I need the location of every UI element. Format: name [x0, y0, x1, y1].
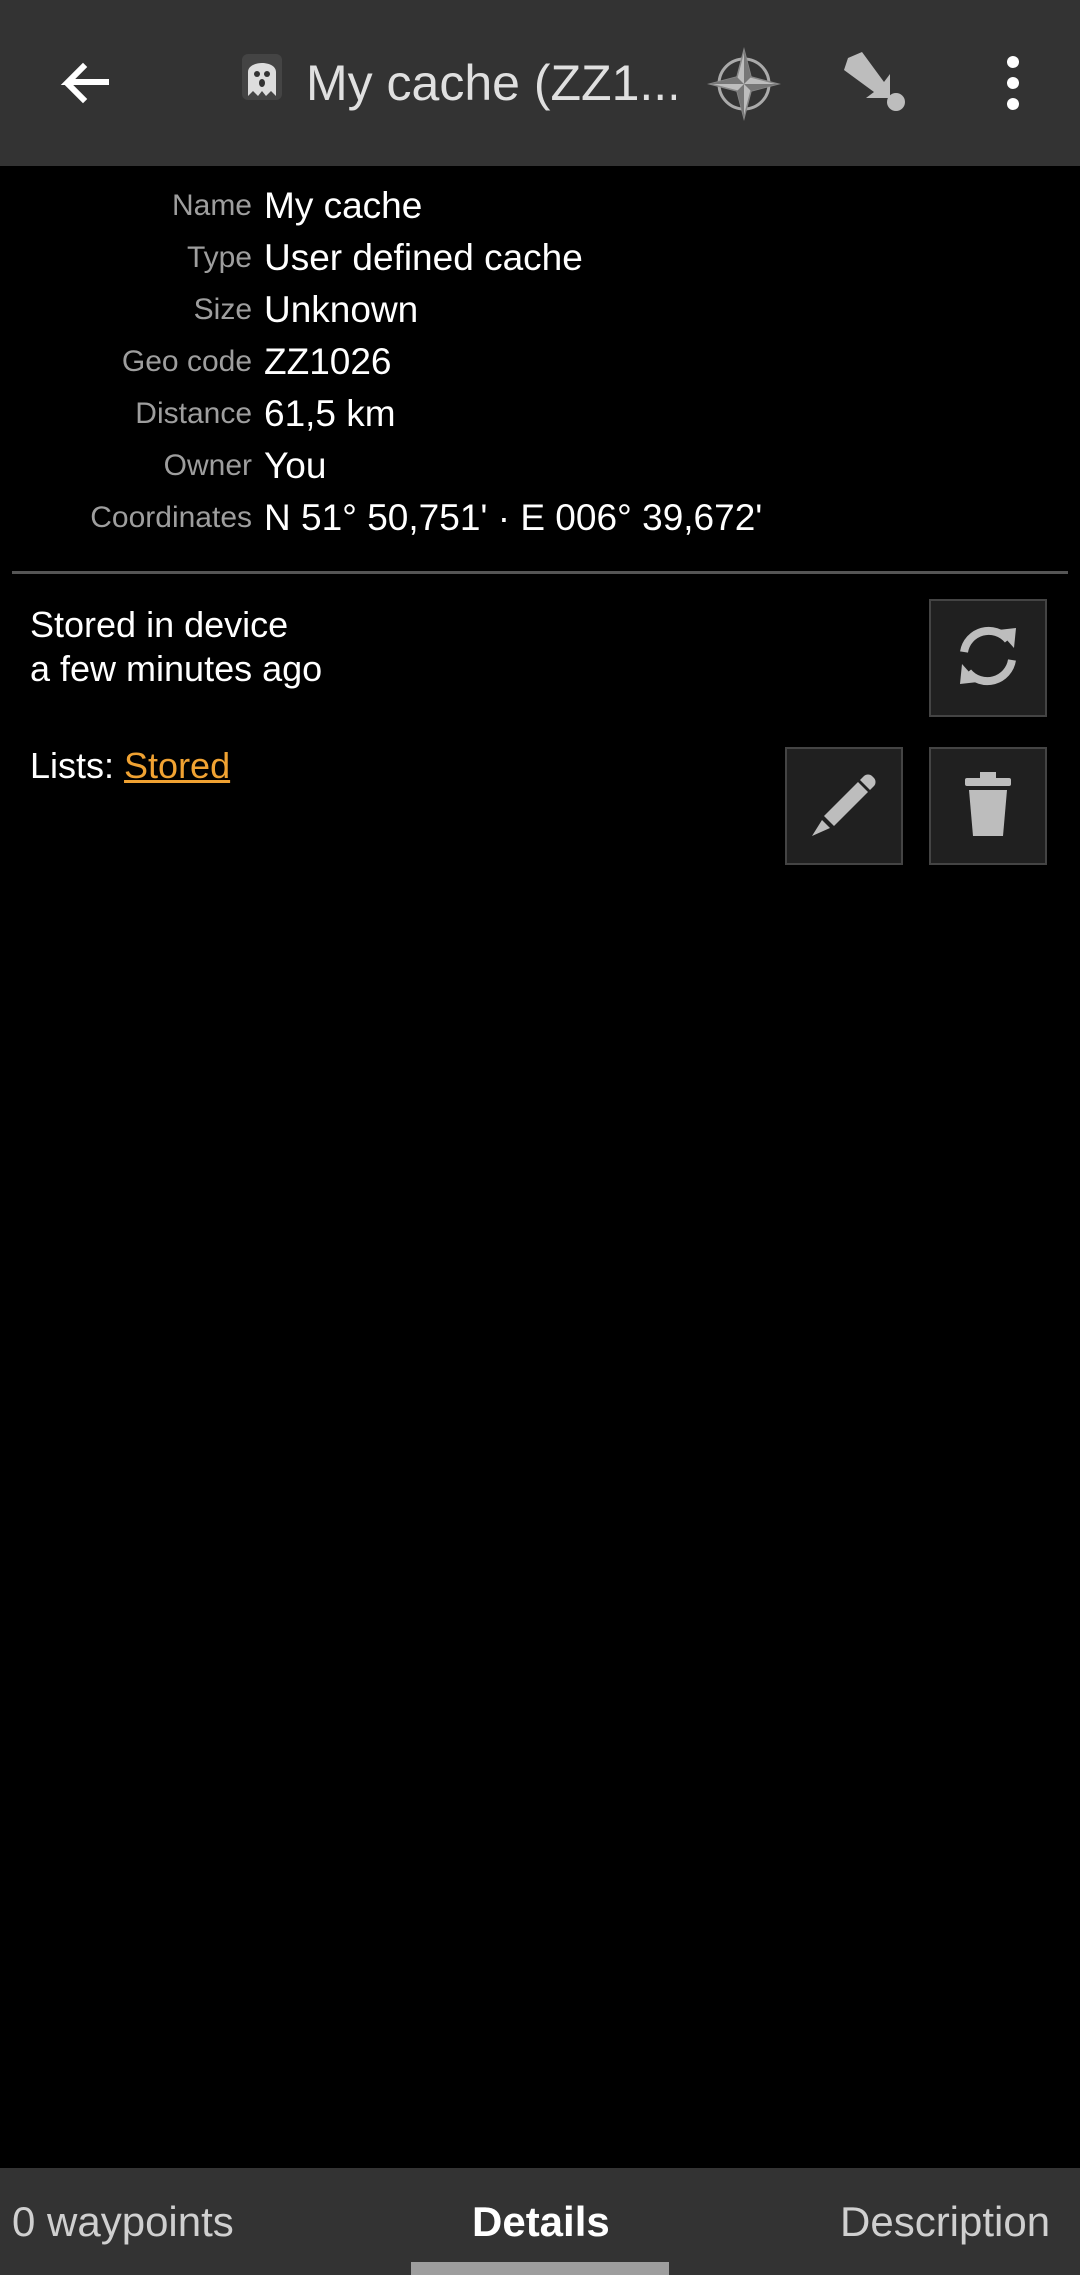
lists-label: Lists: — [30, 745, 125, 786]
detail-row-name: Name My cache — [0, 180, 1080, 232]
detail-label: Name — [171, 189, 252, 222]
detail-row-size: Size Unknown — [0, 284, 1080, 336]
detail-label: Coordinates — [90, 501, 252, 534]
detail-label: Geo code — [121, 345, 252, 378]
app-bar: My cache (ZZ1... — [0, 0, 1080, 166]
refresh-icon — [950, 618, 1026, 699]
refresh-button[interactable] — [929, 599, 1047, 717]
detail-row-owner: Owner You — [0, 440, 1080, 492]
detail-row-distance: Distance 61,5 km — [0, 388, 1080, 440]
tab-bar: 0 waypoints Details Description — [0, 2168, 1080, 2275]
detail-value: My cache — [264, 185, 423, 226]
more-vert-icon[interactable] — [990, 50, 1036, 116]
detail-value: 61,5 km — [264, 393, 396, 434]
detail-label: Distance — [135, 397, 252, 430]
divider — [12, 571, 1068, 574]
tab-description[interactable]: Description — [840, 2168, 1050, 2275]
detail-value: User defined cache — [264, 237, 583, 278]
compass-icon[interactable] — [706, 46, 782, 122]
edit-lists-button[interactable] — [785, 747, 903, 865]
storage-time: a few minutes ago — [30, 648, 323, 689]
detail-label: Size — [193, 293, 252, 326]
arrow-left-icon[interactable] — [52, 52, 116, 116]
page-title: My cache (ZZ1... — [306, 55, 676, 111]
tab-waypoints[interactable]: 0 waypoints — [12, 2168, 234, 2275]
active-tab-indicator — [411, 2262, 669, 2275]
detail-label: Owner — [163, 449, 252, 482]
detail-row-coordinates[interactable]: Coordinates N 51° 50,751' · E 006° 39,67… — [0, 492, 1080, 544]
navigate-icon[interactable] — [838, 46, 914, 122]
list-link-stored[interactable]: Stored — [124, 745, 230, 786]
detail-value: ZZ1026 — [264, 341, 392, 382]
detail-row-type: Type User defined cache — [0, 232, 1080, 284]
pencil-icon — [804, 764, 884, 849]
detail-value: You — [264, 445, 327, 486]
trash-icon — [953, 764, 1023, 849]
tab-details[interactable]: Details — [472, 2168, 610, 2275]
detail-row-geocode: Geo code ZZ1026 — [0, 336, 1080, 388]
detail-value: Unknown — [264, 289, 419, 330]
delete-button[interactable] — [929, 747, 1047, 865]
ghost-icon — [240, 52, 284, 102]
detail-label: Type — [186, 241, 252, 274]
storage-status: Stored in device a few minutes ago — [30, 603, 322, 691]
coordinates-value[interactable]: N 51° 50,751' · E 006° 39,672' — [264, 492, 762, 544]
lists-row: Lists: Stored — [30, 744, 230, 788]
storage-line: Stored in device — [30, 604, 289, 645]
